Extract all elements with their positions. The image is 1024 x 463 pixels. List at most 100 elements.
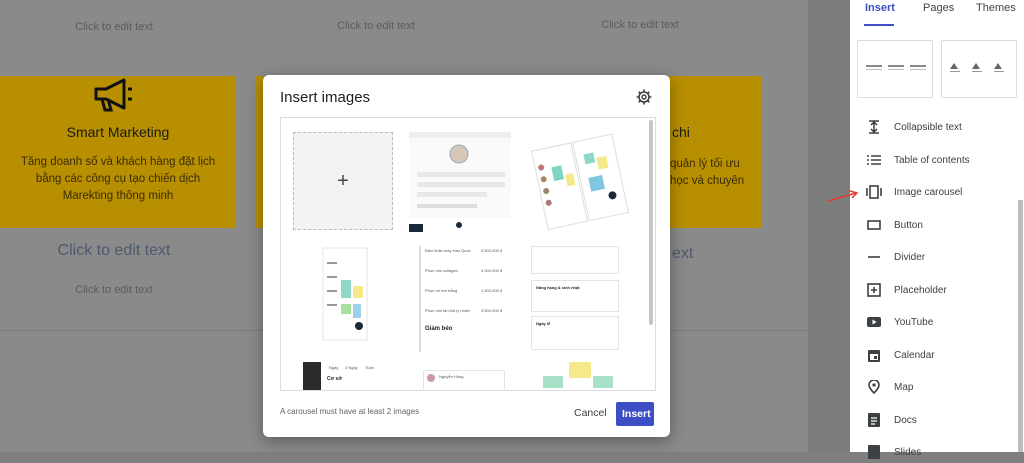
- thumb-card: Nâng hạng & sinh nhật: [531, 280, 619, 312]
- image-thumbnail[interactable]: Ngày 3 Ngày Tuần Cơ sở: [303, 362, 383, 390]
- megaphone-icon: [92, 78, 136, 117]
- card-title: chi: [672, 124, 690, 140]
- image-grid-scrollbar[interactable]: [649, 120, 653, 325]
- insert-calendar[interactable]: Calendar: [864, 344, 1024, 366]
- card-line: học và chuyên: [670, 175, 745, 187]
- thumb-edge: [419, 246, 421, 352]
- card-title: Smart Marketing: [66, 124, 170, 140]
- thumb-text: Giảm béo: [425, 326, 453, 332]
- carousel-icon: [864, 185, 884, 199]
- gear-icon[interactable]: [636, 89, 652, 105]
- active-tab-indicator: [864, 24, 894, 26]
- menu-item-label: Divider: [894, 251, 926, 263]
- cancel-button[interactable]: Cancel: [568, 403, 613, 423]
- dialog-title: Insert images: [280, 89, 371, 106]
- image-thumbnail[interactable]: Nâng hạng & sinh nhật Ngày lễ: [529, 246, 621, 352]
- collapsible-text-icon: [864, 120, 884, 134]
- card-line: Tăng doanh số và khách hàng đặt lịch: [20, 156, 216, 168]
- thumb-text: Phun môi tán bột ly nhiên: [425, 308, 471, 313]
- image-grid: + Điều khắc máy Hàn Quốc 3.500.000 đ Phu…: [280, 117, 656, 391]
- add-image-button[interactable]: +: [293, 132, 393, 230]
- click-to-edit-text[interactable]: Click to edit text: [540, 19, 740, 31]
- insert-collapsible-text[interactable]: Collapsible text: [864, 116, 1024, 138]
- thumb-text: 3.500.000 đ: [481, 248, 503, 253]
- thumb-text: Nguyễn Hùng: [439, 374, 464, 379]
- image-thumbnail[interactable]: [409, 132, 511, 232]
- insert-panel: Insert Pages Themes Collapsible text Tab…: [850, 0, 1024, 459]
- image-thumbnail[interactable]: Điều khắc máy Hàn Quốc 3.500.000 đ Phun …: [419, 246, 505, 352]
- click-to-edit-heading[interactable]: Click to edit text: [14, 242, 214, 260]
- youtube-icon: [864, 315, 884, 329]
- card-line: Marekting thông minh: [62, 190, 174, 202]
- insert-youtube[interactable]: YouTube: [864, 311, 1024, 333]
- menu-item-label: Placeholder: [894, 284, 947, 296]
- plus-icon: +: [337, 169, 349, 192]
- panel-scrollbar[interactable]: [1018, 200, 1023, 452]
- insert-image-carousel[interactable]: Image carousel: [864, 181, 1024, 203]
- insert-table-of-contents[interactable]: Table of contents: [864, 149, 1024, 171]
- thumb-text: 1.500.000 đ: [481, 288, 503, 293]
- insert-images-dialog: Insert images + Điều khắc máy Hàn Quốc 3…: [263, 75, 670, 437]
- thumb-text: Cơ sở: [327, 376, 342, 382]
- thumb-card: [423, 370, 505, 390]
- thumb-card: Ngày lễ: [531, 316, 619, 350]
- thumb-text: Phun mồi collagen: [425, 268, 458, 273]
- divider-icon: [864, 250, 884, 264]
- placeholder-icon: [864, 283, 884, 297]
- layout-option[interactable]: [941, 40, 1017, 98]
- thumb-text: Điều khắc máy Hàn Quốc: [425, 248, 471, 253]
- click-to-edit-text[interactable]: Click to edit text: [14, 284, 214, 296]
- thumb-text: Ngày lễ: [536, 321, 551, 326]
- menu-item-label: Image carousel: [894, 186, 963, 198]
- menu-item-label: Table of contents: [894, 154, 970, 166]
- menu-item-label: Button: [894, 219, 923, 231]
- carousel-requirement-note: A carousel must have at least 2 images: [280, 407, 420, 416]
- annotation-arrow-icon: [826, 190, 860, 209]
- insert-button[interactable]: Insert: [616, 402, 654, 426]
- insert-placeholder[interactable]: Placeholder: [864, 279, 1024, 301]
- list-icon: [864, 153, 884, 167]
- image-thumbnail[interactable]: [529, 362, 621, 390]
- map-pin-icon: [864, 380, 884, 394]
- click-to-edit-text[interactable]: Click to edit text: [14, 21, 214, 33]
- insert-map[interactable]: Map: [864, 376, 1024, 398]
- insert-docs[interactable]: Docs: [864, 409, 1024, 431]
- click-to-edit-heading[interactable]: ext: [672, 245, 693, 263]
- card-line: quản lý tối ưu: [670, 158, 740, 170]
- image-thumbnail[interactable]: Nguyễn Hùng: [421, 362, 505, 390]
- card-line: bằng các công cụ tạo chiến dịch: [35, 173, 201, 185]
- menu-item-label: Docs: [894, 414, 917, 426]
- thumb-text: 3 Ngày: [345, 365, 358, 370]
- thumb-text: 3.500.000 đ: [481, 308, 503, 313]
- canvas-gutter: [808, 0, 850, 452]
- image-thumbnail[interactable]: [293, 246, 393, 344]
- insert-button[interactable]: Button: [864, 214, 1024, 236]
- menu-item-label: Slides: [894, 446, 922, 458]
- docs-icon: [864, 413, 884, 427]
- thumb-text: 3.000.000 đ: [481, 268, 503, 273]
- tab-pages[interactable]: Pages: [923, 2, 954, 14]
- feature-card-marketing[interactable]: Smart Marketing Tăng doanh số và khách h…: [0, 76, 236, 228]
- card-description: Tăng doanh số và khách hàng đặt lịch bằn…: [10, 154, 226, 205]
- tab-themes[interactable]: Themes: [976, 2, 1016, 14]
- thumb-card: [531, 246, 619, 274]
- thumb-text: Nâng hạng & sinh nhật: [536, 285, 580, 290]
- insert-divider[interactable]: Divider: [864, 246, 1024, 268]
- card-description: quản lý tối ưu học và chuyên: [670, 156, 744, 190]
- layout-option[interactable]: [857, 40, 933, 98]
- thumb-text: Tuần: [365, 365, 374, 370]
- click-to-edit-text[interactable]: Click to edit text: [276, 20, 476, 32]
- thumb-text: Ngày: [329, 365, 339, 370]
- thumb-text: Phun mí mờ trắng: [425, 288, 458, 293]
- menu-item-label: YouTube: [894, 316, 934, 328]
- calendar-icon: [864, 348, 884, 362]
- insert-slides[interactable]: Slides: [864, 441, 1024, 463]
- menu-item-label: Collapsible text: [894, 121, 962, 133]
- image-thumbnail[interactable]: [529, 132, 629, 232]
- thumb-panel: [303, 362, 321, 390]
- slides-icon: [864, 445, 884, 459]
- tab-insert[interactable]: Insert: [865, 2, 895, 14]
- panel-tabs: Insert Pages Themes: [850, 0, 1024, 24]
- menu-item-label: Calendar: [894, 349, 935, 361]
- button-icon: [864, 218, 884, 232]
